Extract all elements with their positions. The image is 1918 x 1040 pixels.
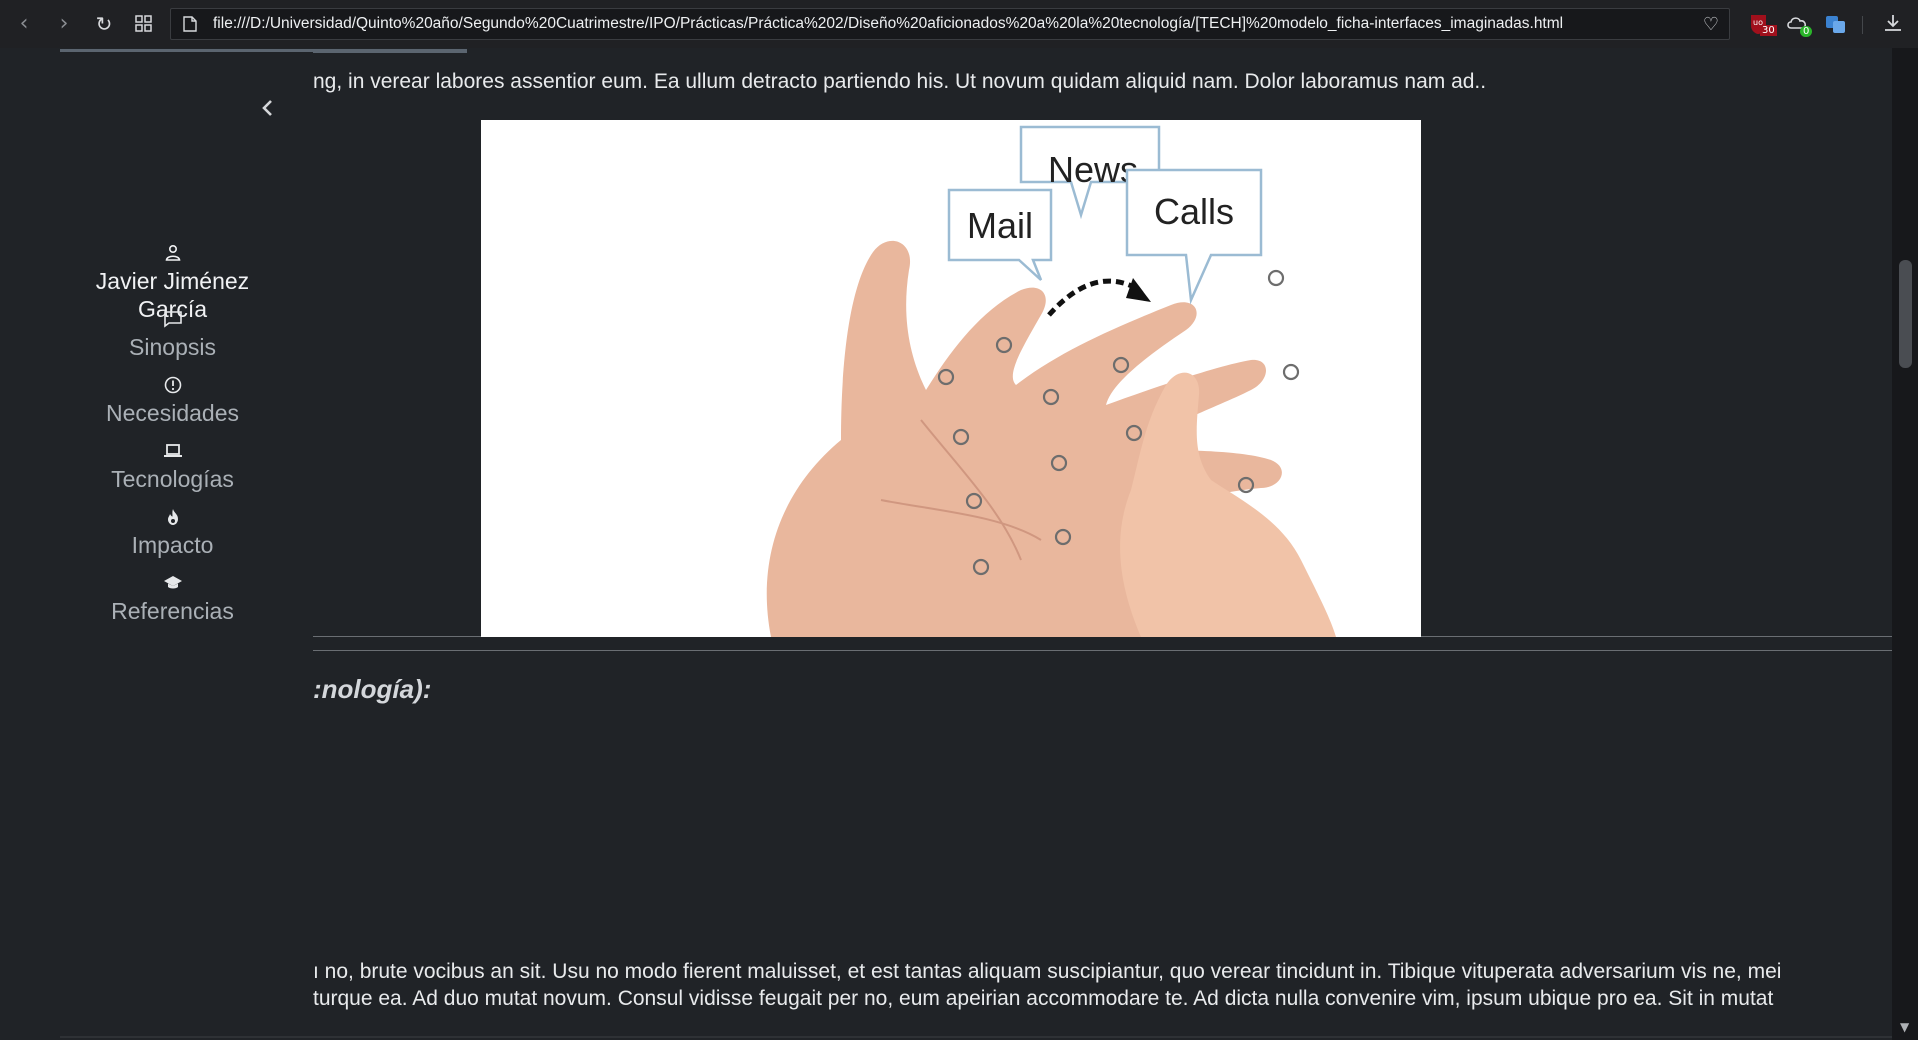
fire-icon xyxy=(167,509,178,525)
sidebar-item-necesidades[interactable]: Necesidades xyxy=(60,375,285,427)
page-scrollbar[interactable]: ▼ xyxy=(1892,48,1918,1040)
person-icon xyxy=(165,244,180,261)
paragraph-line: turque ea. Ad duo mutat novum. Consul vi… xyxy=(313,987,1774,1010)
sidebar-item-sinopsis[interactable]: Sinopsis xyxy=(60,309,285,361)
reload-button[interactable]: ↻ xyxy=(88,8,120,40)
grid-icon xyxy=(135,15,152,32)
forward-button[interactable]: › xyxy=(48,8,80,40)
paragraph-line: ı no, brute vocibus an sit. Usu no modo … xyxy=(313,960,1782,983)
privacy-badge: 0 xyxy=(1800,26,1813,37)
palm-interface-image: Mail News Calls xyxy=(481,120,1421,637)
ublock-badge: 30 xyxy=(1760,25,1777,36)
palm-illustration: Mail News Calls xyxy=(766,125,1336,637)
chevron-left-icon xyxy=(262,100,272,116)
address-bar[interactable]: file:///D:/Universidad/Quinto%20año/Segu… xyxy=(170,8,1730,40)
tabs-overview-button[interactable] xyxy=(128,8,160,40)
calls-bubble: Calls xyxy=(1125,168,1263,305)
download-icon xyxy=(1885,15,1901,31)
back-button[interactable]: ‹ xyxy=(8,8,40,40)
page-icon xyxy=(183,16,197,32)
heart-icon[interactable]: ♡ xyxy=(1703,14,1719,35)
translate-extension-button[interactable] xyxy=(1824,12,1848,36)
sidebar-item-impacto[interactable]: Impacto xyxy=(60,507,285,559)
bottom-divider xyxy=(60,1036,1892,1038)
downloads-button[interactable] xyxy=(1882,12,1906,36)
sidebar-item-label: Sinopsis xyxy=(129,334,216,360)
bubble-mail-label: Mail xyxy=(967,205,1033,246)
ublock-extension-button[interactable]: uo 30 xyxy=(1748,12,1777,36)
browser-toolbar: ‹ › ↻ file:///D:/Universidad/Quinto%20añ… xyxy=(0,0,1918,48)
sidebar-item-label: Necesidades xyxy=(106,400,239,426)
scroll-down-icon[interactable]: ▼ xyxy=(1900,1020,1909,1034)
sidebar-item-referencias[interactable]: Referencias xyxy=(60,573,285,625)
body-paragraph: ı no, brute vocibus an sit. Usu no modo … xyxy=(313,958,1841,1012)
graduation-cap-icon xyxy=(163,576,182,589)
sidebar-item-label: Tecnologías xyxy=(111,466,234,492)
scrollbar-thumb[interactable] xyxy=(1899,260,1912,368)
url-text[interactable]: file:///D:/Universidad/Quinto%20año/Segu… xyxy=(213,9,1663,39)
alert-circle-icon xyxy=(164,376,181,394)
sidebar-item-tecnologias[interactable]: Tecnologías xyxy=(60,441,285,493)
mail-bubble: Mail xyxy=(947,188,1053,281)
sidebar: Javier Jiménez García Sinopsis Necesidad… xyxy=(60,52,313,1040)
privacy-extension-button[interactable]: 0 xyxy=(1786,12,1813,37)
translate-icon xyxy=(1826,16,1845,33)
main-content: ng, in verear labores assentior eum. Ea … xyxy=(313,52,1892,1040)
section-heading: :nología): xyxy=(313,674,432,704)
sidebar-item-label: Impacto xyxy=(131,532,214,558)
laptop-icon xyxy=(163,444,182,457)
bubble-news-label: News xyxy=(1048,149,1138,190)
bubble-calls-label: Calls xyxy=(1154,191,1234,232)
toolbar-divider xyxy=(1862,16,1863,34)
collapse-sidebar-button[interactable] xyxy=(255,98,279,122)
sidebar-item-label: Referencias xyxy=(111,598,234,624)
chat-icon xyxy=(163,311,182,328)
body-paragraph: ng, in verear labores assentior eum. Ea … xyxy=(313,70,1487,93)
